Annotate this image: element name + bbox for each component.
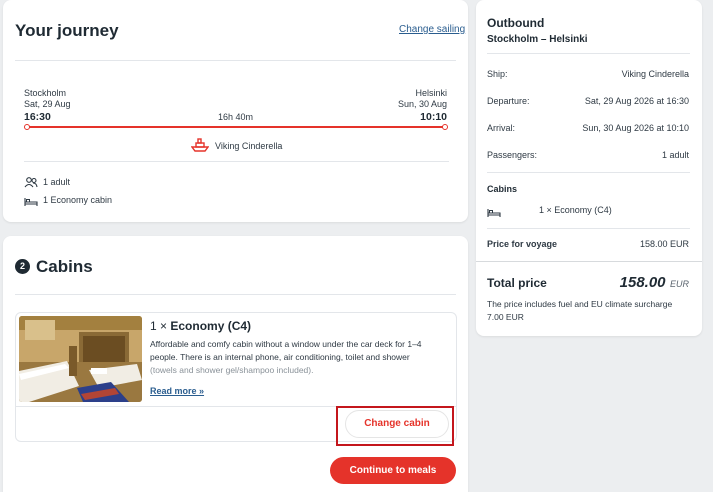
- booking-summary-card: Outbound Stockholm – Helsinki Ship: Viki…: [476, 0, 702, 336]
- cabin-description-line: Affordable and comfy cabin without a win…: [150, 339, 422, 349]
- ship-icon: [190, 138, 210, 157]
- bed-icon: [487, 205, 501, 223]
- total-price: 158.00 EUR: [620, 274, 689, 292]
- arrival-label: Arrival:: [487, 123, 516, 133]
- route-end-dot: [442, 124, 448, 130]
- price-note: The price includes fuel and EU climate s…: [487, 298, 672, 324]
- bed-icon: [24, 194, 38, 212]
- cabin-quantity: 1 ×: [150, 319, 168, 333]
- price-for-voyage-value: 158.00 EUR: [639, 239, 689, 249]
- cabin-description-line: people. There is an internal phone, air …: [150, 352, 410, 362]
- arrival-value: Sun, 30 Aug 2026 at 10:10: [582, 123, 689, 133]
- departure-label: Departure:: [487, 96, 530, 106]
- divider: [15, 60, 456, 61]
- price-note-line: 7.00 EUR: [487, 312, 524, 322]
- step-number-badge: 2: [15, 259, 30, 274]
- total-price-amount: 158.00: [619, 274, 666, 291]
- route-start-dot: [24, 124, 30, 130]
- price-for-voyage-label: Price for voyage: [487, 239, 558, 249]
- divider: [24, 161, 449, 162]
- summary-direction: Outbound: [487, 16, 545, 30]
- divider: [487, 172, 690, 173]
- cabin-type: Economy (C4): [170, 319, 252, 333]
- departure-date: Sat, 29 Aug: [24, 99, 71, 109]
- cabins-card: 2 Cabins 1 × Economy (C4) Affordable and…: [3, 236, 468, 492]
- read-more-link[interactable]: Read more »: [150, 386, 204, 396]
- cabin-name-line: 1 × Economy (C4): [150, 319, 251, 333]
- departure-city: Stockholm: [24, 88, 67, 98]
- total-price-label: Total price: [487, 276, 547, 290]
- cabins-heading: Cabins: [487, 184, 518, 194]
- change-sailing-link[interactable]: Change sailing: [399, 24, 465, 35]
- route-line: [27, 126, 446, 128]
- passengers-summary: 1 adult: [43, 177, 71, 187]
- passengers-label: Passengers:: [487, 150, 538, 160]
- continue-to-meals-button[interactable]: Continue to meals: [330, 457, 456, 484]
- arrival-time: 10:10: [420, 111, 447, 123]
- divider: [15, 294, 456, 295]
- ship-name: Viking Cinderella: [215, 141, 283, 151]
- divider: [487, 228, 690, 229]
- arrival-city: Helsinki: [415, 88, 447, 98]
- journey-title: Your journey: [15, 21, 119, 40]
- cabin-photo: [19, 316, 142, 402]
- cabins-title: Cabins: [36, 257, 93, 276]
- arrival-date: Sun, 30 Aug: [397, 99, 447, 109]
- journey-card: Your journey Change sailing Stockholm Sa…: [3, 0, 468, 222]
- cabin-description-line: (towels and shower gel/shampoo included)…: [150, 365, 314, 375]
- ship-value: Viking Cinderella: [621, 69, 689, 79]
- passengers-icon: [24, 175, 38, 193]
- departure-value: Sat, 29 Aug 2026 at 16:30: [584, 96, 689, 106]
- summary-cabin-line: 1 × Economy (C4): [539, 205, 612, 215]
- price-note-line: The price includes fuel and EU climate s…: [487, 299, 673, 309]
- passengers-value: 1 adult: [661, 150, 689, 160]
- ship-label: Ship:: [487, 69, 508, 79]
- total-price-currency: EUR: [669, 279, 689, 289]
- divider: [476, 261, 702, 262]
- departure-time: 16:30: [24, 111, 51, 123]
- cabin-description: Affordable and comfy cabin without a win…: [150, 338, 422, 377]
- change-cabin-highlight: [336, 406, 454, 446]
- divider: [487, 53, 690, 54]
- summary-route: Stockholm – Helsinki: [487, 34, 588, 45]
- duration-label: 16h 40m: [218, 112, 254, 122]
- cabin-summary: 1 Economy cabin: [43, 195, 113, 205]
